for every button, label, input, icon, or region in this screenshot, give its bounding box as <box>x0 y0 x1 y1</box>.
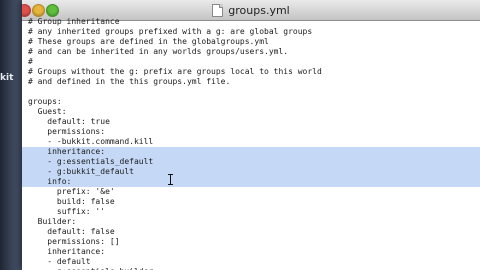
code-line-text: suffix: '' <box>28 207 106 216</box>
code-line[interactable]: # These groups are defined in the global… <box>22 37 480 47</box>
code-line-text: # <box>28 57 33 66</box>
code-line[interactable]: suffix: '' <box>22 207 480 217</box>
code-line[interactable]: prefix: '&e' <box>22 187 480 197</box>
code-line-text: # Groups without the g: prefix are group… <box>28 67 322 76</box>
code-line[interactable]: default: true <box>22 117 480 127</box>
code-line[interactable]: permissions: [] <box>22 237 480 247</box>
code-line-text: prefix: '&e' <box>28 187 115 196</box>
code-line[interactable] <box>22 87 480 97</box>
code-line[interactable]: Guest: <box>22 107 480 117</box>
editor-window: groups.yml # Group inheritance # any inhe… <box>22 0 480 270</box>
code-line[interactable]: - g:essentials_default <box>22 157 480 167</box>
code-line[interactable]: - -bukkit.command.kill <box>22 137 480 147</box>
code-line-text: # any inherited groups prefixed with a g… <box>28 27 313 36</box>
code-line[interactable]: # Group inheritance <box>22 17 480 27</box>
code-line[interactable]: # <box>22 57 480 67</box>
code-line-text: info: <box>28 177 72 186</box>
code-line[interactable]: # any inherited groups prefixed with a g… <box>22 27 480 37</box>
document-icon <box>212 3 224 17</box>
code-line[interactable]: Builder: <box>22 217 480 227</box>
code-line-text: permissions: [] <box>28 237 120 246</box>
desktop-label: kit <box>0 73 14 83</box>
window-title: groups.yml <box>228 3 290 17</box>
code-line[interactable]: build: false <box>22 197 480 207</box>
code-line[interactable]: # and can be inherited in any worlds gro… <box>22 47 480 57</box>
code-line-text: inheritance: <box>28 247 106 256</box>
code-line[interactable]: permissions: <box>22 127 480 137</box>
code-line-text: - g:bukkit_default <box>28 167 134 176</box>
code-line-text: default: false <box>28 227 115 236</box>
code-line[interactable]: groups: <box>22 97 480 107</box>
code-line-text: build: false <box>28 197 115 206</box>
code-line[interactable]: inheritance: <box>22 247 480 257</box>
code-line[interactable]: - default <box>22 257 480 267</box>
code-line-text: groups: <box>28 97 62 106</box>
code-line-text: - g:essentials_default <box>28 157 154 166</box>
code-line[interactable]: inheritance: <box>22 147 480 157</box>
code-line[interactable]: default: false <box>22 227 480 237</box>
code-line[interactable]: # and defined in the this groups.yml fil… <box>22 77 480 87</box>
code-line-text: - default <box>28 257 91 266</box>
text-editor[interactable]: # Group inheritance # any inherited group… <box>22 17 480 270</box>
code-line-text: - -bukkit.command.kill <box>28 137 154 146</box>
code-line-text: # and can be inherited in any worlds gro… <box>28 47 289 56</box>
code-line-text: permissions: <box>28 127 106 136</box>
code-line-text: default: true <box>28 117 110 126</box>
code-line-text: # Group inheritance <box>28 17 120 26</box>
code-line-text: Guest: <box>28 107 67 116</box>
code-line[interactable]: - g:bukkit_default <box>22 167 480 177</box>
code-line[interactable]: # Groups without the g: prefix are group… <box>22 67 480 77</box>
text-cursor-icon <box>168 174 173 185</box>
code-line-text: inheritance: <box>28 147 106 156</box>
code-line[interactable]: info: <box>22 177 480 187</box>
code-line-text: # These groups are defined in the global… <box>28 37 269 46</box>
code-line-text: Builder: <box>28 217 77 226</box>
code-line-text: # and defined in the this groups.yml fil… <box>28 77 231 86</box>
